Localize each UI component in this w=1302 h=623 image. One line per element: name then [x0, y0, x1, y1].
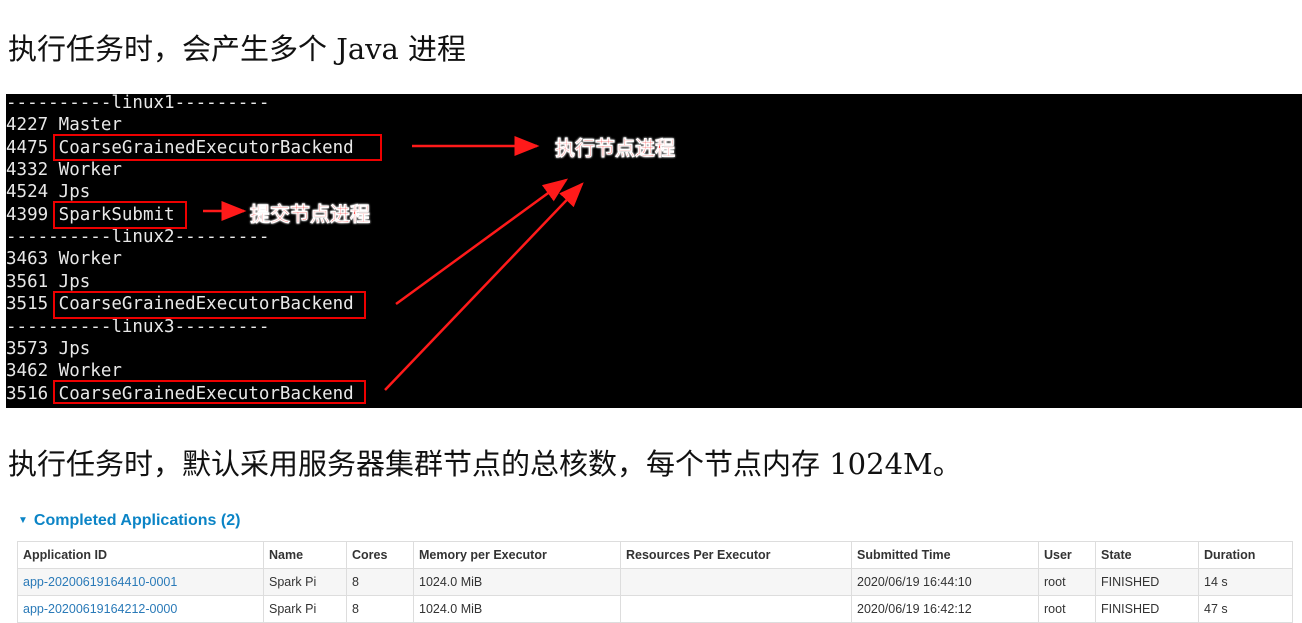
- table-cell: 1024.0 MiB: [413, 595, 621, 623]
- table-cell: Spark Pi: [263, 595, 347, 623]
- column-header[interactable]: Cores: [346, 541, 414, 569]
- table-cell: 2020/06/19 16:42:12: [851, 595, 1039, 623]
- table-cell: 8: [346, 595, 414, 623]
- column-header[interactable]: Name: [263, 541, 347, 569]
- completed-applications-table: Application ID Name Cores Memory per Execut…: [17, 541, 1293, 623]
- column-header[interactable]: Submitted Time: [851, 541, 1039, 569]
- submit-annotation: 提交节点进程: [250, 202, 371, 227]
- column-header[interactable]: Duration: [1198, 541, 1293, 569]
- section-title: Completed Applications (2): [33, 512, 241, 529]
- table-cell: app-20200619164410-0001: [17, 568, 264, 596]
- table-cell: FINISHED: [1095, 595, 1199, 623]
- column-header[interactable]: Memory per Executor: [413, 541, 621, 569]
- caret-down-icon: ▼: [18, 515, 28, 526]
- description-text: 执行任务时，默认采用服务器集群节点的总核数，每个节点内存 1024M。: [8, 447, 962, 481]
- table-cell: 2020/06/19 16:44:10: [851, 568, 1039, 596]
- table-cell: [620, 595, 852, 623]
- completed-applications-toggle[interactable]: ▼ Completed Applications (2): [18, 512, 240, 530]
- table-cell: 14 s: [1198, 568, 1293, 596]
- column-header[interactable]: Resources Per Executor: [620, 541, 852, 569]
- column-header[interactable]: Application ID: [17, 541, 264, 569]
- table-cell: FINISHED: [1095, 568, 1199, 596]
- table-row: app-20200619164212-0000 Spark Pi 8 1024.0 M…: [17, 595, 1293, 623]
- arrow: [384, 182, 584, 391]
- column-header[interactable]: State: [1095, 541, 1199, 569]
- arrow: [395, 178, 569, 306]
- table-cell: root: [1038, 568, 1096, 596]
- table-cell: app-20200619164212-0000: [17, 595, 264, 623]
- table-cell: 1024.0 MiB: [413, 568, 621, 596]
- table-cell: [620, 568, 852, 596]
- table-cell: 47 s: [1198, 595, 1293, 623]
- executor-annotation: 执行节点进程: [555, 136, 676, 161]
- table-row: app-20200619164410-0001 Spark Pi 8 1024.0 M…: [17, 568, 1293, 596]
- column-header[interactable]: User: [1038, 541, 1096, 569]
- table-cell: 8: [346, 568, 414, 596]
- table-cell: Spark Pi: [263, 568, 347, 596]
- application-id-link[interactable]: app-20200619164212-0000: [23, 602, 177, 616]
- application-id-link[interactable]: app-20200619164410-0001: [23, 575, 177, 589]
- table-cell: root: [1038, 595, 1096, 623]
